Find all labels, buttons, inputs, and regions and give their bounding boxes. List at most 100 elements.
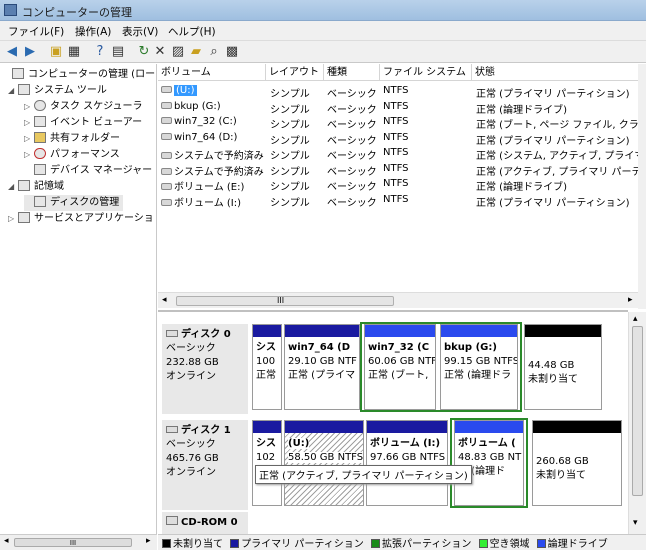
- volume-cell-fs: NTFS: [383, 100, 409, 112]
- legend-extended-swatch: [370, 539, 380, 548]
- tools-icon: [18, 84, 30, 95]
- column-status[interactable]: 状態: [472, 64, 646, 81]
- scroll-left-icon[interactable]: ◂: [162, 295, 167, 305]
- console-tree-icon[interactable]: ▦: [66, 44, 82, 60]
- properties-icon[interactable]: ▨: [170, 44, 186, 60]
- partition-disk0-win7-32[interactable]: win7_32 (C 60.06 GB NTF 正常 (ブート,: [364, 324, 436, 410]
- scroll-up-icon[interactable]: ▴: [633, 314, 638, 324]
- tree-item-event-viewer[interactable]: ▷ イベント ビューアー: [24, 115, 142, 131]
- menu-view[interactable]: 表示(V): [122, 24, 158, 39]
- volume-row[interactable]: win7_64 (D:) シンプル ベーシック NTFS 正常 (プライマリ パーティシ…: [158, 131, 646, 147]
- volume-name: bkup (G:): [174, 100, 221, 112]
- volume-cell-layout: シンプル: [270, 135, 310, 147]
- legend-unallocated-swatch: [162, 539, 171, 548]
- disk-0-label[interactable]: ディスク 0 ベーシック 232.88 GB オンライン: [162, 324, 248, 414]
- volume-row[interactable]: ボリューム (E:) シンプル ベーシック NTFS 正常 (論理ドライブ): [158, 177, 646, 193]
- disk-view-vertical-scrollbar[interactable]: ▴ ▾: [628, 312, 646, 534]
- volume-row[interactable]: ボリューム (I:) シンプル ベーシック NTFS 正常 (プライマリ パーティション…: [158, 193, 646, 209]
- tree-item-system-tools[interactable]: ◢ システム ツール: [8, 83, 107, 99]
- volume-cell-type: ベーシック: [327, 197, 377, 209]
- disk-icon: [34, 196, 46, 207]
- partition-disk1-system-reserved[interactable]: シス 102: [252, 420, 282, 506]
- column-layout[interactable]: レイアウト: [266, 64, 324, 81]
- partition-disk1-u[interactable]: (U:) 58.50 GB NTFS: [284, 420, 364, 506]
- scroll-right-icon[interactable]: ▸: [628, 295, 633, 305]
- partition-disk0-bkup[interactable]: bkup (G:) 99.15 GB NTFS 正常 (論理ドラ: [440, 324, 518, 410]
- tree-horizontal-scrollbar[interactable]: ◂ III ▸: [0, 534, 157, 550]
- volume-row[interactable]: システムで予約済み シンプル ベーシック NTFS 正常 (システム, アクティブ, プ…: [158, 146, 646, 162]
- cdrom-0-label[interactable]: CD-ROM 0: [162, 512, 248, 534]
- legend-logical: 論理ドライブ: [547, 539, 608, 550]
- volume-horizontal-scrollbar[interactable]: ◂ III ▸: [158, 292, 638, 308]
- partition-disk1-volume-i[interactable]: ボリューム (I:) 97.66 GB NTFS: [366, 420, 448, 506]
- menu-file[interactable]: ファイル(F): [8, 24, 64, 39]
- scroll-down-icon[interactable]: ▾: [633, 518, 638, 528]
- scroll-left-icon[interactable]: ◂: [4, 536, 9, 546]
- volume-cell-fs: NTFS: [383, 178, 409, 189]
- disk-icon: [166, 426, 178, 433]
- volume-cell-status: 正常 (プライマリ パーティション): [476, 135, 630, 147]
- legend-unallocated: 未割り当て: [173, 539, 223, 550]
- scroll-right-icon[interactable]: ▸: [146, 536, 151, 546]
- volume-cell-fs: NTFS: [383, 193, 409, 205]
- event-icon: [34, 116, 46, 127]
- volume-row[interactable]: bkup (G:) シンプル ベーシック NTFS 正常 (論理ドライブ): [158, 100, 646, 116]
- back-icon[interactable]: ◀: [4, 44, 20, 60]
- volume-cell-name: システムで予約済み: [161, 147, 265, 162]
- tree-scroll-thumb[interactable]: III: [14, 538, 132, 547]
- tree-item-task-scheduler[interactable]: ▷ タスク スケジューラ: [24, 99, 142, 115]
- disk-graphical-view: ディスク 0 ベーシック 232.88 GB オンライン シス 100 正常 win…: [158, 310, 628, 534]
- tree-item-performance[interactable]: ▷ パフォーマンス: [24, 147, 120, 163]
- column-type[interactable]: 種類: [324, 64, 380, 81]
- legend-extended: 拡張パーティション: [381, 539, 472, 550]
- forward-icon[interactable]: ▶: [22, 44, 38, 60]
- column-volume[interactable]: ボリューム: [158, 64, 266, 81]
- menu-help[interactable]: ヘルプ(H): [168, 24, 216, 39]
- volume-row[interactable]: (U:) シンプル ベーシック NTFS 正常 (プライマリ パーティション): [158, 84, 646, 100]
- disk-1-label[interactable]: ディスク 1 ベーシック 465.76 GB オンライン: [162, 420, 248, 510]
- menu-action[interactable]: 操作(A): [75, 24, 111, 39]
- partition-disk0-win7-64[interactable]: win7_64 (D 29.10 GB NTF 正常 (プライマ: [284, 324, 360, 410]
- legend-free: 空き領域: [489, 539, 530, 550]
- tree-item-shared-folders[interactable]: ▷ 共有フォルダー: [24, 131, 120, 147]
- computer-icon: [12, 68, 24, 79]
- export-icon[interactable]: ▩: [224, 44, 240, 60]
- partition-disk0-system-reserved[interactable]: シス 100 正常: [252, 324, 282, 410]
- volume-cell-name: ボリューム (I:): [161, 194, 265, 209]
- volume-cell-type: ベーシック: [327, 120, 377, 131]
- open-icon[interactable]: ▰: [188, 44, 204, 60]
- volume-scroll-thumb[interactable]: III: [176, 296, 394, 306]
- legend-free-swatch: [478, 539, 488, 548]
- volume-cell-status: 正常 (ブート, ページ ファイル, クラ: [476, 120, 639, 131]
- tree-item-computer-management[interactable]: コンピューターの管理 (ローカ: [2, 67, 156, 83]
- volume-cell-layout: シンプル: [270, 104, 310, 116]
- performance-icon: [34, 148, 46, 159]
- title-bar: コンピューターの管理: [0, 0, 646, 21]
- partition-disk0-unallocated[interactable]: 44.48 GB 未割り当て: [524, 324, 602, 410]
- volume-cell-layout: シンプル: [270, 197, 310, 209]
- legend-primary-swatch: [230, 539, 240, 548]
- drive-icon: [161, 167, 172, 175]
- legend: 未割り当て プライマリ パーティション 拡張パーティション 空き領域 論理ドライ…: [158, 534, 646, 550]
- volume-vertical-scrollbar[interactable]: [638, 64, 646, 309]
- help-icon[interactable]: ?: [92, 44, 108, 60]
- volume-row[interactable]: win7_32 (C:) シンプル ベーシック NTFS 正常 (ブート, ページ ファ…: [158, 115, 646, 131]
- search-icon[interactable]: ⌕: [206, 44, 222, 60]
- column-filesystem[interactable]: ファイル システム: [380, 64, 472, 81]
- volume-cell-type: ベーシック: [327, 151, 377, 162]
- delete-icon[interactable]: ✕: [152, 44, 168, 60]
- volume-row[interactable]: システムで予約済み シンプル ベーシック NTFS 正常 (アクティブ, プライマリ パ…: [158, 162, 646, 178]
- partition-disk1-unallocated[interactable]: 260.68 GB 未割り当て: [532, 420, 622, 506]
- partition-disk1-volume-e[interactable]: ボリューム (48.83 GB NT 常 (論理ド: [454, 420, 524, 506]
- volume-cell-type: ベーシック: [327, 166, 377, 178]
- disk-scroll-thumb[interactable]: [632, 326, 643, 496]
- tree-item-services-applications[interactable]: ▷ サービスとアプリケーショ: [8, 211, 154, 227]
- volume-cell-name: win7_64 (D:): [161, 132, 265, 143]
- show-hide-icon[interactable]: ▤: [110, 44, 126, 60]
- tree-item-storage[interactable]: ◢ 記憶域: [8, 179, 64, 195]
- refresh-icon[interactable]: ↻: [136, 44, 152, 60]
- tree-item-disk-management[interactable]: ディスクの管理: [24, 195, 124, 211]
- tree-item-device-manager[interactable]: デバイス マネージャー: [24, 163, 152, 179]
- folder-up-icon[interactable]: ▣: [48, 44, 64, 60]
- menu-bar: ファイル(F) 操作(A) 表示(V) ヘルプ(H): [0, 21, 646, 41]
